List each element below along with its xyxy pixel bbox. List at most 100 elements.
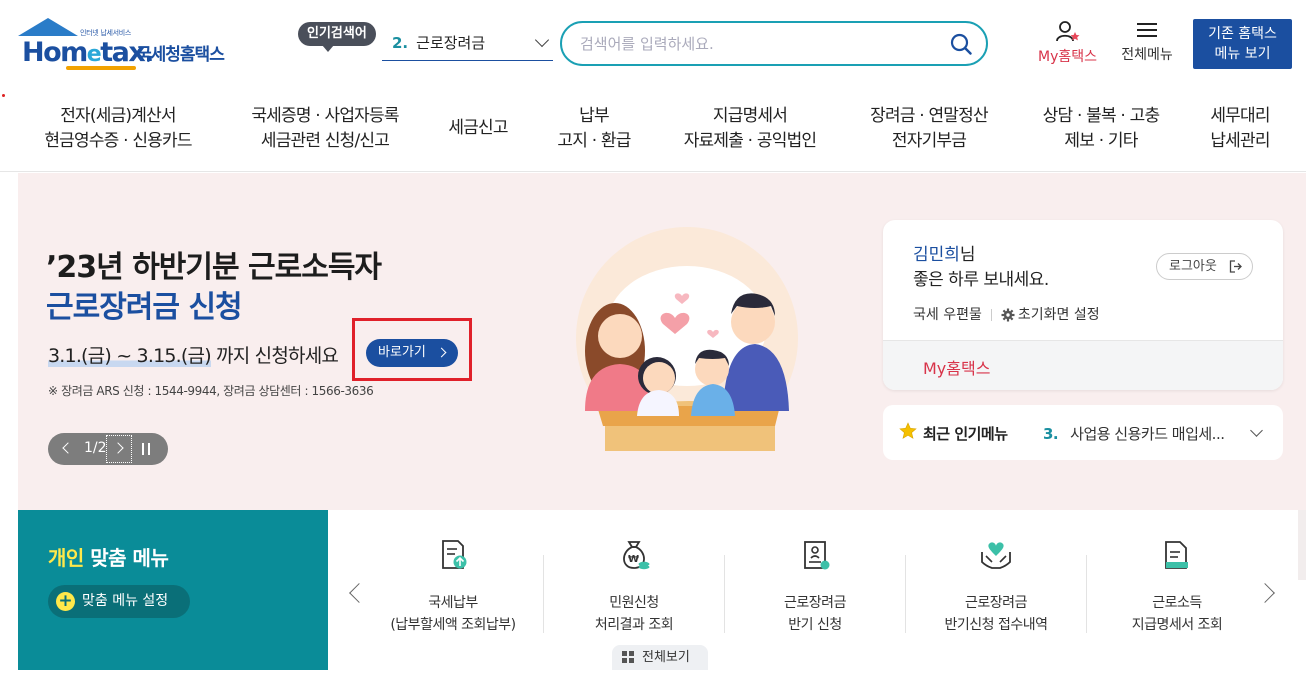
logo-roof-icon (18, 18, 78, 36)
logo-swoosh-icon (66, 66, 136, 70)
logout-icon (1229, 260, 1242, 273)
quick-item-label2: 반기신청 접수내역 (944, 617, 1049, 633)
quick-item-label2: 처리결과 조회 (594, 617, 674, 633)
document-icon (1165, 541, 1188, 569)
banner-note: ※ 장려금 ARS 신청 : 1544-9944, 장려금 상담센터 : 156… (48, 384, 374, 398)
nav-label-line1: 전자(세금)계산서 (60, 106, 176, 126)
nav-label-line1: 세금신고 (448, 118, 508, 138)
certificate-icon (804, 541, 830, 570)
chevron-down-icon (534, 32, 550, 48)
home-settings-link[interactable]: 초기화면 설정 (1018, 307, 1100, 323)
view-all-label: 전체보기 (642, 650, 690, 665)
logo-wordmark: Hometax. (22, 37, 155, 68)
plus-icon: + (56, 592, 75, 611)
nav-item-certificate[interactable]: 국세증명 · 사업자등록 세금관련 신청/신고 (240, 104, 410, 154)
header: 인터넷 납세서비스 Hometax. 국세청홈택스 인기검색어 2. 근로장려금 … (0, 0, 1306, 90)
quick-item-civil-request[interactable]: ₩ 민원신청 처리결과 조회 (544, 538, 724, 638)
nav-item-payment-statement[interactable]: 지급명세서 자료제출 · 공익법인 (670, 104, 830, 154)
recent-menu-title: 최근 인기메뉴 (923, 425, 1008, 443)
nav-label-line2: 현금영수증 · 신용카드 (44, 131, 192, 151)
quick-item-incentive-receipt[interactable]: 근로장려금 반기신청 접수내역 (906, 538, 1086, 638)
grid-icon (622, 651, 635, 664)
hometax-logo[interactable]: 인터넷 납세서비스 Hometax. 국세청홈택스 (18, 18, 238, 72)
chevron-down-icon (1250, 424, 1263, 437)
quick-item-label1: 국세납부 (428, 595, 478, 611)
nav-item-tax-agent[interactable]: 세무대리 납세관리 (1200, 104, 1280, 154)
nav-item-e-invoice[interactable]: 전자(세금)계산서 현금영수증 · 신용카드 (38, 104, 198, 154)
legacy-menu-line1: 기존 홈택스 (1208, 26, 1277, 42)
login-card-footer: My홈택스 (883, 340, 1283, 390)
edge-strip (1298, 510, 1306, 580)
quick-item-label2: 반기 신청 (788, 617, 842, 633)
all-menu-label: 전체메뉴 (1121, 47, 1173, 63)
nav-label-line1: 장려금 · 연말정산 (870, 106, 989, 126)
personal-menu-title: 개인 맞춤 메뉴 (48, 546, 169, 570)
legacy-menu-line2: 메뉴 보기 (1214, 46, 1271, 62)
recent-menu-item: 3. 사업용 신용카드 매입세... (1043, 425, 1225, 443)
nav-item-tax-report[interactable]: 세금신고 (438, 116, 518, 141)
mailbox-link[interactable]: 국세 우편물 (913, 307, 982, 323)
divider (990, 309, 992, 321)
banner-title-line1: ’23년 하반기분 근로소득자 (46, 250, 382, 285)
search-box (560, 21, 988, 66)
family-illustration (576, 227, 798, 451)
legacy-menu-button[interactable]: 기존 홈택스 메뉴 보기 (1193, 19, 1292, 69)
popular-search-rank: 2. (392, 34, 409, 52)
settings-button-label: 맞춤 메뉴 설정 (82, 593, 169, 609)
my-hometax-label: My홈택스 (1037, 49, 1097, 65)
nav-label-line2: 제보 · 기타 (1064, 131, 1138, 151)
quick-item-wage-statement[interactable]: 근로소득 지급명세서 조회 (1087, 538, 1267, 638)
logout-button[interactable]: 로그아웃 (1156, 253, 1253, 280)
search-input[interactable] (580, 32, 930, 56)
nav-label-line2: 납세관리 (1210, 131, 1270, 151)
banner-title-line2: 근로장려금 신청 (46, 290, 243, 325)
my-hometax-button[interactable]: My홈택스 (1030, 20, 1105, 66)
nav-label-line1: 지급명세서 (712, 106, 788, 126)
prev-slide-icon[interactable] (62, 442, 74, 454)
nav-item-payment[interactable]: 납부 고지 · 환급 (548, 104, 640, 154)
quick-item-tax-payment[interactable]: 국세납부 (납부할세액 조회납부) (363, 538, 543, 638)
quick-item-label2: 지급명세서 조회 (1131, 617, 1223, 633)
my-hometax-link[interactable]: My홈택스 (923, 355, 990, 379)
view-all-button[interactable]: 전체보기 (612, 645, 708, 670)
slider-control: 1/2 (48, 433, 168, 465)
quick-item-label1: 근로장려금 (784, 595, 846, 611)
main-nav: 전자(세금)계산서 현금영수증 · 신용카드 국세증명 · 사업자등록 세금관련… (0, 96, 1306, 172)
money-bag-icon: ₩ (623, 541, 650, 570)
all-menu-button[interactable]: 전체메뉴 (1114, 20, 1180, 64)
hamburger-icon (1137, 23, 1157, 37)
gear-icon (1001, 308, 1015, 322)
user-star-icon (1055, 21, 1079, 42)
quick-item-label1: 근로장려금 (965, 595, 1027, 611)
personal-menu-settings-button[interactable]: + 맞춤 메뉴 설정 (48, 585, 190, 618)
go-button-label: 바로가기 (378, 345, 426, 360)
nav-label-line2: 자료제출 · 공익법인 (683, 131, 817, 151)
tax-payment-icon (442, 540, 467, 569)
login-card: 김민희님 좋은 하루 보내세요. 로그아웃 국세 우편물 초기화면 설정 My홈택… (883, 220, 1283, 390)
nav-label-line1: 상담 · 불복 · 고충 (1042, 106, 1160, 126)
recent-popular-menu[interactable]: 최근 인기메뉴 3. 사업용 신용카드 매입세... (883, 405, 1283, 460)
quick-item-label2: (납부할세액 조회납부) (390, 617, 516, 633)
svg-text:₩: ₩ (628, 554, 639, 565)
chevron-right-icon (436, 347, 447, 358)
heart-hands-icon (981, 542, 1011, 569)
hometax-page: 인터넷 납세서비스 Hometax. 국세청홈택스 인기검색어 2. 근로장려금 … (0, 0, 1306, 688)
nav-item-consulting[interactable]: 상담 · 불복 · 고충 제보 · 기타 (1030, 104, 1172, 154)
popular-search-tag: 인기검색어 (298, 22, 376, 52)
quick-item-incentive-apply[interactable]: 근로장려금 반기 신청 (725, 538, 905, 638)
banner-date: 3.1.(금) ~ 3.15.(금) 까지 신청하세요 (48, 345, 339, 367)
popular-search-select[interactable]: 2. 근로장려금 (382, 28, 553, 61)
search-icon[interactable] (950, 33, 972, 55)
popular-search-term: 근로장려금 (416, 34, 486, 52)
quick-menu: 국세납부 (납부할세액 조회납부) ₩ 민원신청 처리결과 조회 근로장려금 반… (328, 510, 1298, 670)
nav-label-line1: 세무대리 (1210, 106, 1270, 126)
logo-korean-name: 국세청홈택스 (136, 45, 225, 65)
personal-menu-panel: 개인 맞춤 메뉴 + 맞춤 메뉴 설정 (18, 510, 328, 670)
pause-icon[interactable] (142, 443, 150, 455)
quick-item-label1: 민원신청 (609, 595, 659, 611)
slide-counter: 1/2 (84, 440, 107, 456)
nav-item-incentive[interactable]: 장려금 · 연말정산 전자기부금 (858, 104, 1000, 154)
go-button[interactable]: 바로가기 (366, 339, 458, 367)
nav-label-line1: 국세증명 · 사업자등록 (251, 106, 399, 126)
login-links: 국세 우편물 초기화면 설정 (913, 304, 1100, 324)
